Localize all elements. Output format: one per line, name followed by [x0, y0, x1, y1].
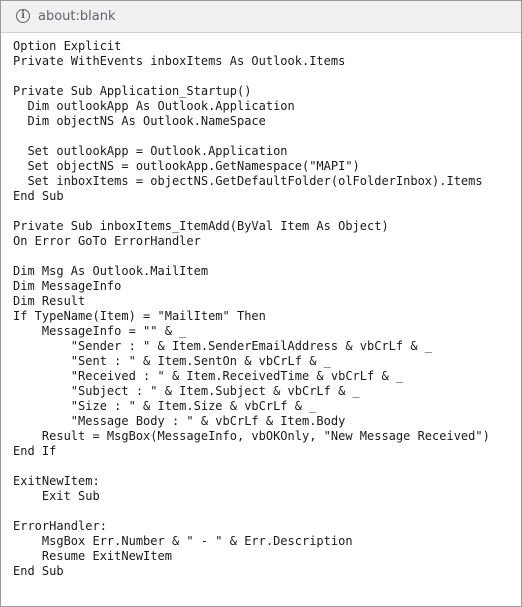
code-line: ErrorHandler:	[13, 519, 107, 533]
code-line: "Received : " & Item.ReceivedTime & vbCr…	[13, 369, 404, 383]
code-line: Resume ExitNewItem	[13, 549, 172, 563]
browser-window: i about:blank Option Explicit Private Wit…	[0, 0, 522, 607]
url-text[interactable]: about:blank	[38, 8, 116, 25]
code-line: Private Sub Application_Startup()	[13, 84, 252, 98]
code-line: Option Explicit	[13, 39, 122, 53]
code-line: Set inboxItems = objectNS.GetDefaultFold…	[13, 174, 483, 188]
code-line: "Subject : " & Item.Subject & vbCrLf & _	[13, 384, 360, 398]
code-line: "Sent : " & Item.SentOn & vbCrLf & _	[13, 354, 331, 368]
address-bar[interactable]: i about:blank	[1, 1, 521, 33]
code-line: End Sub	[13, 564, 64, 578]
code-line: Dim objectNS As Outlook.NameSpace	[13, 114, 266, 128]
info-icon[interactable]: i	[16, 9, 30, 23]
code-line: "Size : " & Item.Size & vbCrLf & _	[13, 399, 317, 413]
code-line: Dim outlookApp As Outlook.Application	[13, 99, 295, 113]
code-line: Private Sub inboxItems_ItemAdd(ByVal Ite…	[13, 219, 389, 233]
code-line: Private WithEvents inboxItems As Outlook…	[13, 54, 346, 68]
code-line: "Message Body : " & vbCrLf & Item.Body	[13, 414, 346, 428]
page-content: Option Explicit Private WithEvents inboxI…	[1, 33, 521, 606]
code-line: ExitNewItem:	[13, 474, 100, 488]
code-line: Set outlookApp = Outlook.Application	[13, 144, 288, 158]
code-line: MsgBox Err.Number & " - " & Err.Descript…	[13, 534, 353, 548]
code-line: End If	[13, 444, 57, 458]
code-line: Dim Result	[13, 294, 86, 308]
code-line: End Sub	[13, 189, 64, 203]
code-line: Dim MessageInfo	[13, 279, 122, 293]
code-line: Set objectNS = outlookApp.GetNamespace("…	[13, 159, 360, 173]
code-line: "Sender : " & Item.SenderEmailAddress & …	[13, 339, 433, 353]
code-line: Result = MsgBox(MessageInfo, vbOKOnly, "…	[13, 429, 490, 443]
code-line: MessageInfo = "" & _	[13, 324, 187, 338]
code-line: Exit Sub	[13, 489, 100, 503]
code-line: Dim Msg As Outlook.MailItem	[13, 264, 209, 278]
code-line: If TypeName(Item) = "MailItem" Then	[13, 309, 266, 323]
code-block: Option Explicit Private WithEvents inboxI…	[13, 39, 490, 579]
code-line: On Error GoTo ErrorHandler	[13, 234, 201, 248]
